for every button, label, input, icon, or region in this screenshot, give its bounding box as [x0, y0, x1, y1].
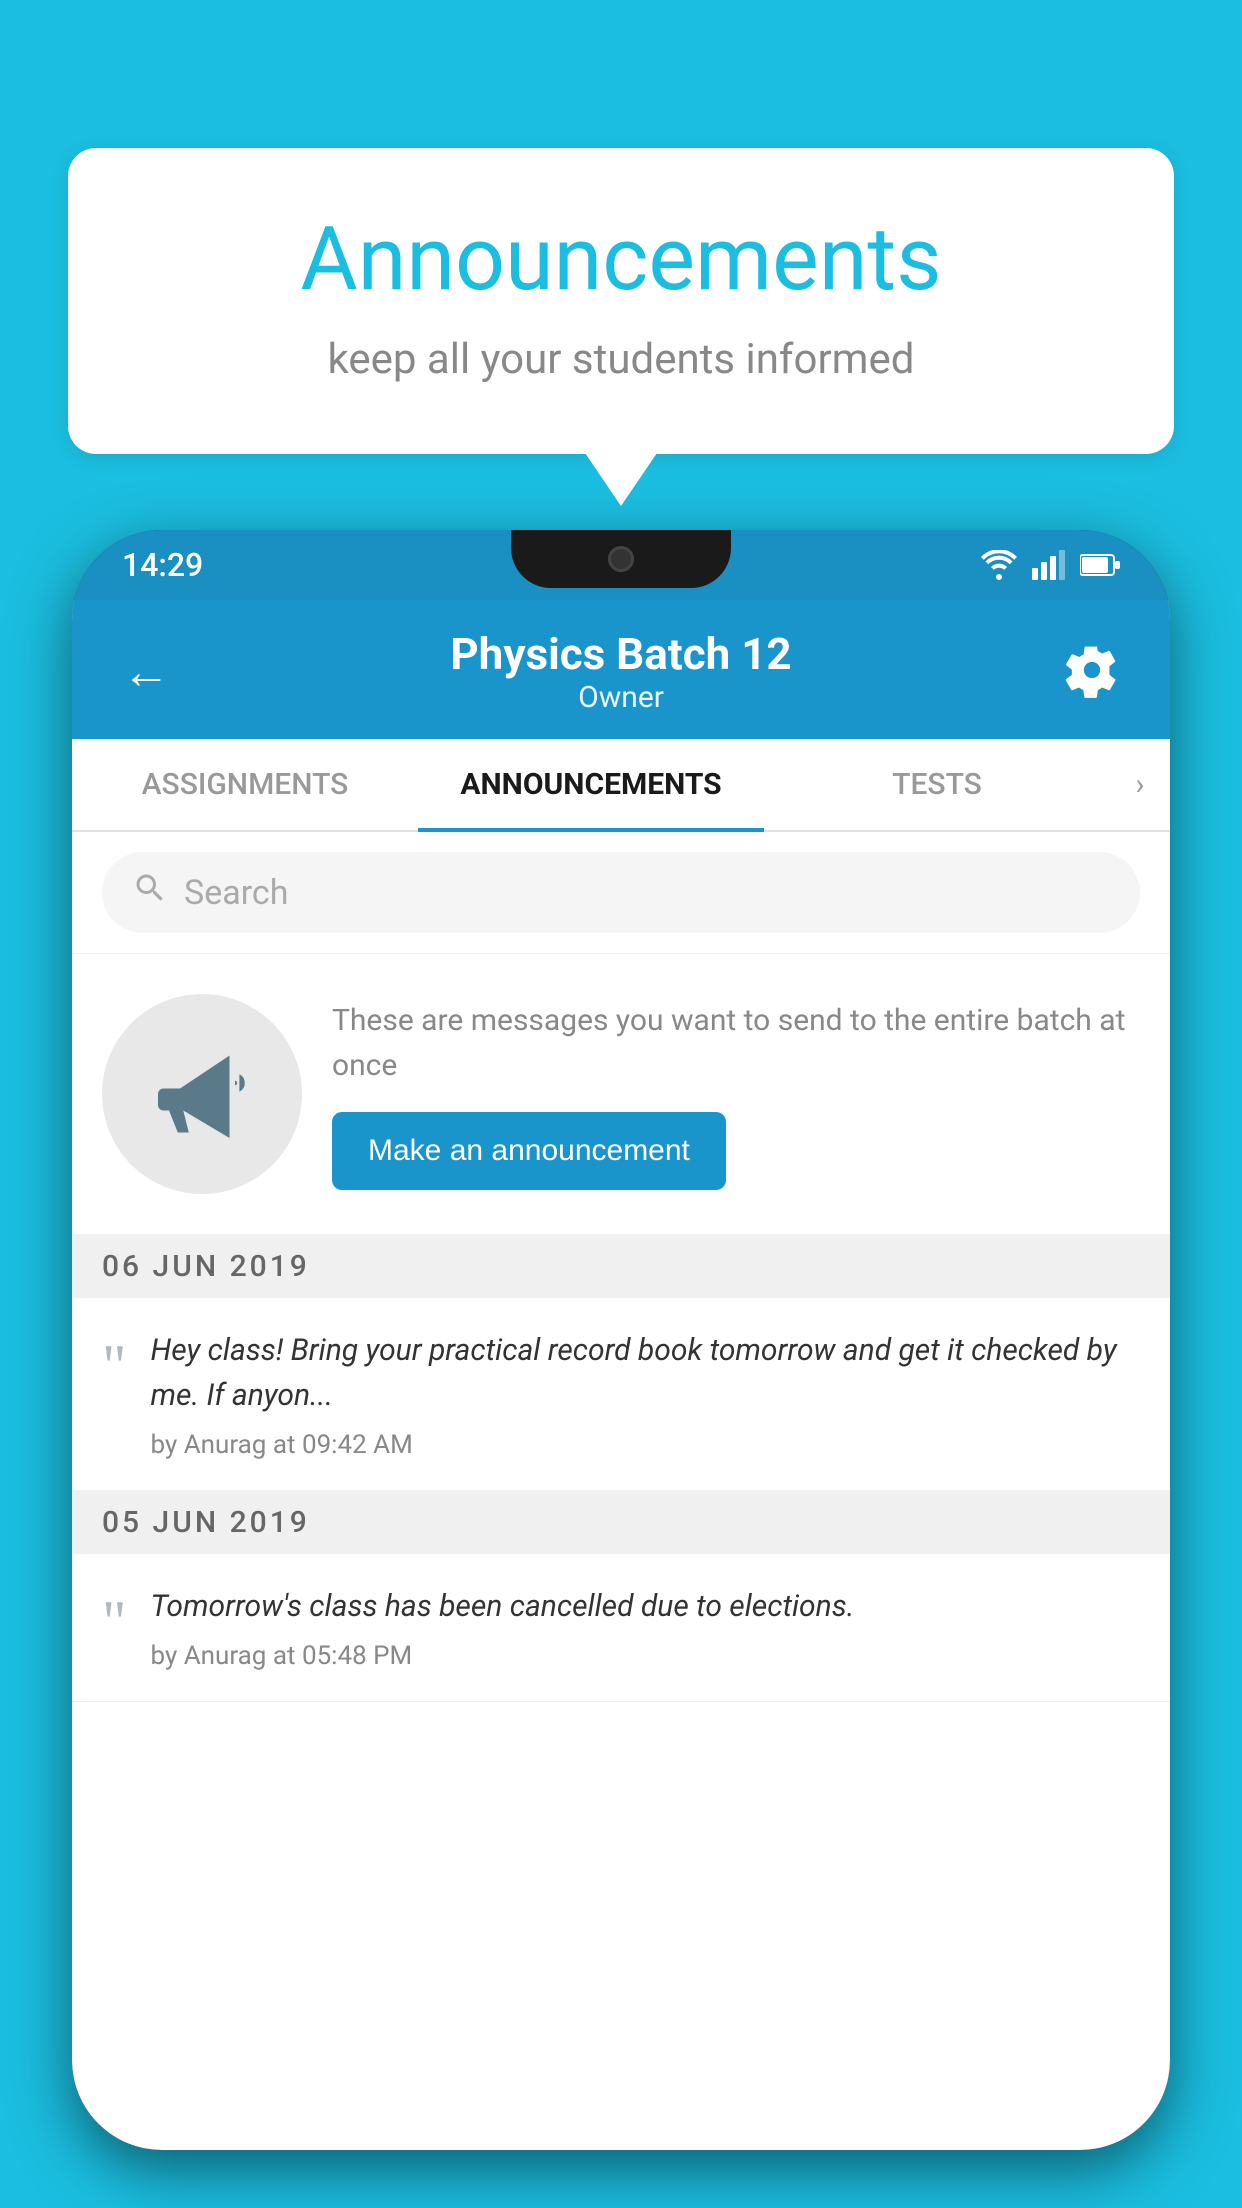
phone-screen: ← Physics Batch 12 Owner ASSIGNMENTS ANN…: [72, 600, 1170, 2150]
announcement-content-2: Tomorrow's class has been cancelled due …: [151, 1584, 1141, 1671]
search-bar[interactable]: Search: [102, 852, 1140, 933]
header-center: Physics Batch 12 Owner: [192, 628, 1050, 715]
back-button[interactable]: ←: [122, 643, 192, 700]
announcement-item-2[interactable]: " Tomorrow's class has been cancelled du…: [72, 1554, 1170, 1702]
search-placeholder: Search: [184, 873, 288, 913]
announcement-text-2: Tomorrow's class has been cancelled due …: [151, 1584, 1141, 1629]
app-header: ← Physics Batch 12 Owner: [72, 600, 1170, 739]
date-section-2: 05 JUN 2019: [72, 1491, 1170, 1554]
speech-bubble-container: Announcements keep all your students inf…: [68, 148, 1174, 454]
quote-icon-2: ": [102, 1592, 127, 1652]
tab-tests[interactable]: TESTS: [764, 739, 1110, 830]
date-section-1: 06 JUN 2019: [72, 1235, 1170, 1298]
date-label-2: 05 JUN 2019: [102, 1505, 310, 1540]
bubble-subtitle: keep all your students informed: [118, 335, 1124, 384]
promo-description: These are messages you want to send to t…: [332, 998, 1140, 1088]
announcement-author-2: by Anurag at 05:48 PM: [151, 1641, 1141, 1671]
make-announcement-button[interactable]: Make an announcement: [332, 1112, 726, 1190]
phone-notch: [511, 530, 731, 588]
battery-icon: [1080, 553, 1120, 577]
settings-button[interactable]: [1050, 642, 1120, 702]
gear-icon: [1064, 642, 1120, 698]
phone-container: 14:29: [72, 530, 1170, 2208]
tabs-container: ASSIGNMENTS ANNOUNCEMENTS TESTS ›: [72, 739, 1170, 832]
search-container: Search: [72, 832, 1170, 954]
bubble-title: Announcements: [118, 208, 1124, 311]
phone-frame: 14:29: [72, 530, 1170, 2150]
header-subtitle: Owner: [192, 680, 1050, 715]
status-time: 14:29: [122, 546, 203, 584]
announcement-content-1: Hey class! Bring your practical record b…: [151, 1328, 1141, 1460]
quote-icon-1: ": [102, 1336, 127, 1396]
promo-content: These are messages you want to send to t…: [332, 998, 1140, 1190]
date-label-1: 06 JUN 2019: [102, 1249, 310, 1284]
status-icons: [980, 550, 1120, 580]
tab-assignments[interactable]: ASSIGNMENTS: [72, 739, 418, 830]
front-camera: [608, 546, 634, 572]
header-title: Physics Batch 12: [192, 628, 1050, 680]
tab-more[interactable]: ›: [1110, 739, 1170, 830]
wifi-icon: [980, 550, 1018, 580]
promo-section: These are messages you want to send to t…: [72, 954, 1170, 1235]
speech-bubble: Announcements keep all your students inf…: [68, 148, 1174, 454]
search-icon: [132, 870, 168, 915]
announcement-item-1[interactable]: " Hey class! Bring your practical record…: [72, 1298, 1170, 1491]
announcement-author-1: by Anurag at 09:42 AM: [151, 1430, 1141, 1460]
promo-icon-circle: [102, 994, 302, 1194]
megaphone-icon: [147, 1039, 257, 1149]
announcement-text-1: Hey class! Bring your practical record b…: [151, 1328, 1141, 1418]
signal-icon: [1032, 550, 1066, 580]
tab-announcements[interactable]: ANNOUNCEMENTS: [418, 739, 764, 830]
